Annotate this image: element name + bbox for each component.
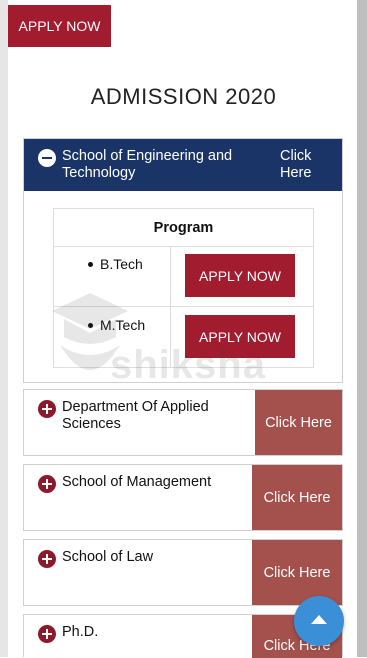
click-here-button[interactable]: Click Here: [255, 390, 342, 455]
section-title: Ph.D.: [62, 624, 99, 640]
plus-circle-icon[interactable]: [38, 625, 56, 643]
program-table: Program B.Tech APPLY NOW M.Tech APPLY NO…: [53, 208, 314, 368]
table-header-program: Program: [54, 209, 313, 247]
apply-now-button[interactable]: APPLY NOW: [8, 5, 111, 47]
section-title: Department Of Applied Sciences: [62, 399, 209, 432]
section-title: School of Law: [62, 549, 154, 565]
plus-circle-icon[interactable]: [38, 550, 56, 568]
accordion-header-engineering[interactable]: School of Engineering and Technology Cli…: [24, 139, 342, 191]
bullet-icon: [88, 262, 93, 267]
table-row: M.Tech APPLY NOW: [54, 306, 313, 367]
program-name: M.Tech: [100, 317, 146, 333]
click-here-button[interactable]: Click Here: [252, 465, 342, 530]
page-title: ADMISSION 2020: [90, 84, 277, 109]
program-cell: B.Tech: [54, 246, 171, 306]
section-title: School of Management: [62, 474, 212, 490]
click-here-link[interactable]: Click Here: [280, 148, 330, 182]
apply-now-mtech-button[interactable]: APPLY NOW: [185, 315, 295, 358]
accordion-management[interactable]: School of Management Click Here: [23, 464, 343, 531]
accordion-law[interactable]: School of Law Click Here: [23, 539, 343, 606]
table-row: B.Tech APPLY NOW: [54, 246, 313, 306]
bullet-icon: [88, 323, 93, 328]
section-title: School of Engineering and Technology: [62, 148, 233, 181]
accordion-applied-sciences[interactable]: Department Of Applied Sciences Click Her…: [23, 389, 343, 456]
accordion-engineering: School of Engineering and Technology Cli…: [23, 138, 343, 383]
apply-now-btech-button[interactable]: APPLY NOW: [185, 254, 295, 297]
scroll-to-top-button[interactable]: [294, 596, 344, 646]
minus-circle-icon[interactable]: [38, 149, 56, 167]
plus-circle-icon[interactable]: [38, 400, 56, 418]
program-cell: M.Tech: [54, 307, 171, 367]
click-here-button[interactable]: Click Here: [252, 540, 342, 605]
program-name: B.Tech: [100, 256, 143, 272]
plus-circle-icon[interactable]: [38, 475, 56, 493]
